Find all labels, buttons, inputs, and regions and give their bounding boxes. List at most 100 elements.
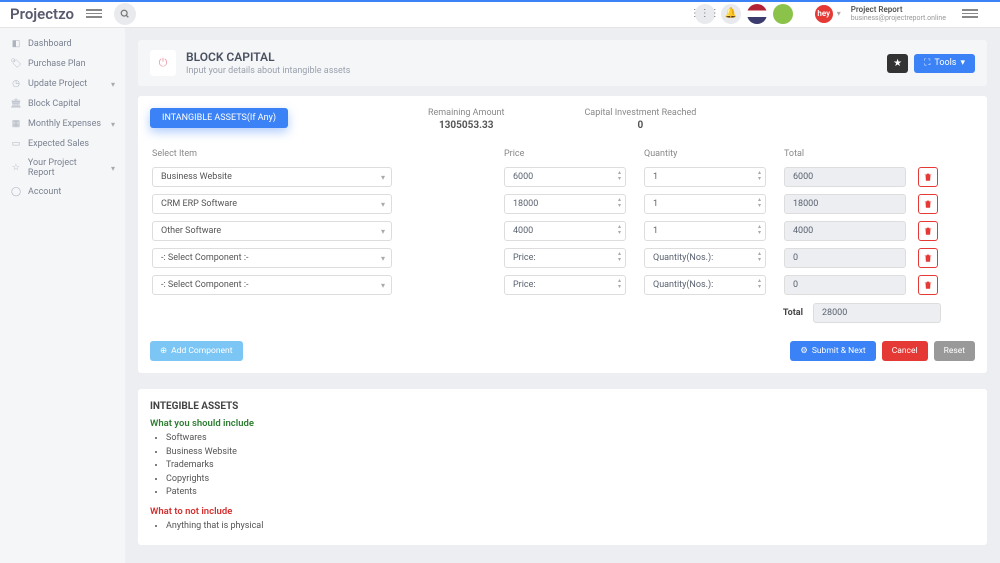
price-input[interactable]: Price:▴▾ bbox=[504, 275, 626, 295]
col-price: Price bbox=[504, 149, 644, 159]
price-input[interactable]: 18000▴▾ bbox=[504, 194, 626, 214]
info-heading: INTEGIBLE ASSETS bbox=[150, 401, 975, 412]
environment-button[interactable] bbox=[773, 4, 793, 24]
sidebar-item-monthly-expenses[interactable]: ▦ Monthly Expenses ▾ bbox=[0, 114, 125, 134]
item-select[interactable]: CRM ERP Software bbox=[152, 194, 392, 214]
sidebar-item-account[interactable]: ◯ Account bbox=[0, 182, 125, 202]
sidebar-item-purchase-plan[interactable]: 🏷 Purchase Plan bbox=[0, 54, 125, 74]
sidebar-item-block-capital[interactable]: 🏛 Block Capital bbox=[0, 94, 125, 114]
add-label: Add Component bbox=[171, 346, 232, 356]
list-item: Patents bbox=[166, 486, 975, 500]
reached-value: 0 bbox=[584, 120, 696, 131]
reached-label: Capital Investment Reached bbox=[584, 108, 696, 118]
qty-input[interactable]: 1▴▾ bbox=[644, 167, 766, 187]
apps-button[interactable]: ⋮⋮⋮ bbox=[695, 4, 715, 24]
row-total: 18000 bbox=[784, 194, 906, 214]
list-item: Softwares bbox=[166, 432, 975, 446]
page-title: BLOCK CAPITAL bbox=[186, 50, 350, 64]
delete-button[interactable] bbox=[918, 167, 938, 187]
item-select[interactable]: -: Select Component :- bbox=[152, 275, 392, 295]
delete-button[interactable] bbox=[918, 194, 938, 214]
delete-button[interactable] bbox=[918, 221, 938, 241]
reset-button[interactable]: Reset bbox=[934, 341, 975, 361]
total-value: 28000 bbox=[813, 303, 941, 323]
sidebar-label: Dashboard bbox=[28, 39, 72, 49]
chevron-down-icon: ▾ bbox=[960, 58, 965, 68]
language-button[interactable] bbox=[747, 4, 767, 24]
qty-input[interactable]: Quantity(Nos.):▴▾ bbox=[644, 275, 766, 295]
table-row: CRM ERP Software 18000▴▾ 1▴▾ 18000 bbox=[150, 194, 975, 214]
col-item: Select Item bbox=[152, 149, 504, 159]
notifications-button[interactable]: 🔔 bbox=[721, 4, 741, 24]
col-qty: Quantity bbox=[644, 149, 784, 159]
search-button[interactable] bbox=[114, 3, 136, 25]
add-component-button[interactable]: ⊕ Add Component bbox=[150, 341, 243, 361]
exclude-heading: What to not include bbox=[150, 506, 975, 517]
price-input[interactable]: 6000▴▾ bbox=[504, 167, 626, 187]
info-card: INTEGIBLE ASSETS What you should include… bbox=[138, 389, 987, 545]
table-row: Other Software 4000▴▾ 1▴▾ 4000 bbox=[150, 221, 975, 241]
submit-button[interactable]: ⚙ Submit & Next bbox=[790, 341, 876, 361]
item-select[interactable]: Business Website bbox=[152, 167, 392, 187]
item-select[interactable]: -: Select Component :- bbox=[152, 248, 392, 268]
trash-icon bbox=[923, 172, 933, 182]
cancel-button[interactable]: Cancel bbox=[882, 341, 928, 361]
user-info: Project Report business@projectreport.on… bbox=[851, 5, 946, 23]
list-item: Anything that is physical bbox=[166, 520, 975, 534]
user-avatar[interactable]: hey bbox=[815, 5, 833, 23]
table-row: Business Website 6000▴▾ 1▴▾ 6000 bbox=[150, 167, 975, 187]
remaining-label: Remaining Amount bbox=[428, 108, 504, 118]
topbar: Projectzo ⋮⋮⋮ 🔔 hey ▾ Project Report bus… bbox=[0, 0, 1000, 28]
tools-button[interactable]: ⛶ Tools ▾ bbox=[914, 54, 975, 73]
tools-icon: ⛶ bbox=[924, 58, 930, 68]
page-subtitle: Input your details about intangible asse… bbox=[186, 66, 350, 76]
sidebar-item-expected-sales[interactable]: ▭ Expected Sales bbox=[0, 134, 125, 154]
row-total: 4000 bbox=[784, 221, 906, 241]
clock-icon: ◷ bbox=[10, 78, 22, 90]
sidebar-label: Monthly Expenses bbox=[28, 119, 101, 129]
price-input[interactable]: Price:▴▾ bbox=[504, 248, 626, 268]
col-total: Total bbox=[784, 149, 924, 159]
trash-icon bbox=[923, 280, 933, 290]
sidebar-item-update-project[interactable]: ◷ Update Project ▾ bbox=[0, 74, 125, 94]
right-menu-button[interactable] bbox=[962, 6, 978, 22]
user-title: Project Report bbox=[851, 5, 946, 15]
sidebar-item-dashboard[interactable]: ◧ Dashboard bbox=[0, 34, 125, 54]
tab-intangible-assets[interactable]: INTANGIBLE ASSETS(If Any) bbox=[150, 108, 288, 128]
menu-toggle-button[interactable] bbox=[86, 6, 102, 22]
item-select[interactable]: Other Software bbox=[152, 221, 392, 241]
qty-input[interactable]: Quantity(Nos.):▴▾ bbox=[644, 248, 766, 268]
qty-input[interactable]: 1▴▾ bbox=[644, 221, 766, 241]
page-header: ⏻ BLOCK CAPITAL Input your details about… bbox=[138, 40, 987, 86]
include-heading: What you should include bbox=[150, 418, 975, 429]
star-button[interactable]: ★ bbox=[887, 54, 908, 73]
sidebar-label: Expected Sales bbox=[28, 139, 89, 149]
dashboard-icon: ◧ bbox=[10, 38, 22, 50]
tools-label: Tools bbox=[934, 58, 956, 68]
sidebar-label: Update Project bbox=[28, 79, 87, 89]
delete-button[interactable] bbox=[918, 275, 938, 295]
gear-icon: ⚙ bbox=[800, 346, 808, 356]
brand-logo: Projectzo bbox=[10, 5, 74, 23]
delete-button[interactable] bbox=[918, 248, 938, 268]
table-row: -: Select Component :- Price:▴▾ Quantity… bbox=[150, 248, 975, 268]
submit-label: Submit & Next bbox=[812, 346, 866, 356]
sidebar: ◧ Dashboard 🏷 Purchase Plan ◷ Update Pro… bbox=[0, 28, 125, 563]
sidebar-label: Block Capital bbox=[28, 99, 80, 109]
main-content: ⏻ BLOCK CAPITAL Input your details about… bbox=[125, 28, 1000, 563]
list-item: Business Website bbox=[166, 446, 975, 460]
sales-icon: ▭ bbox=[10, 138, 22, 150]
sidebar-label: Purchase Plan bbox=[28, 59, 86, 69]
chevron-down-icon: ▾ bbox=[111, 164, 115, 173]
power-icon: ⏻ bbox=[150, 50, 176, 76]
sidebar-item-project-report[interactable]: ☆ Your Project Report ▾ bbox=[0, 154, 125, 182]
trash-icon bbox=[923, 226, 933, 236]
qty-input[interactable]: 1▴▾ bbox=[644, 194, 766, 214]
user-email: business@projectreport.online bbox=[851, 14, 946, 22]
row-total: 0 bbox=[784, 248, 906, 268]
price-input[interactable]: 4000▴▾ bbox=[504, 221, 626, 241]
star-icon: ☆ bbox=[10, 162, 22, 174]
bank-icon: 🏛 bbox=[10, 98, 22, 110]
chevron-down-icon: ▾ bbox=[111, 80, 115, 89]
list-item: Trademarks bbox=[166, 459, 975, 473]
